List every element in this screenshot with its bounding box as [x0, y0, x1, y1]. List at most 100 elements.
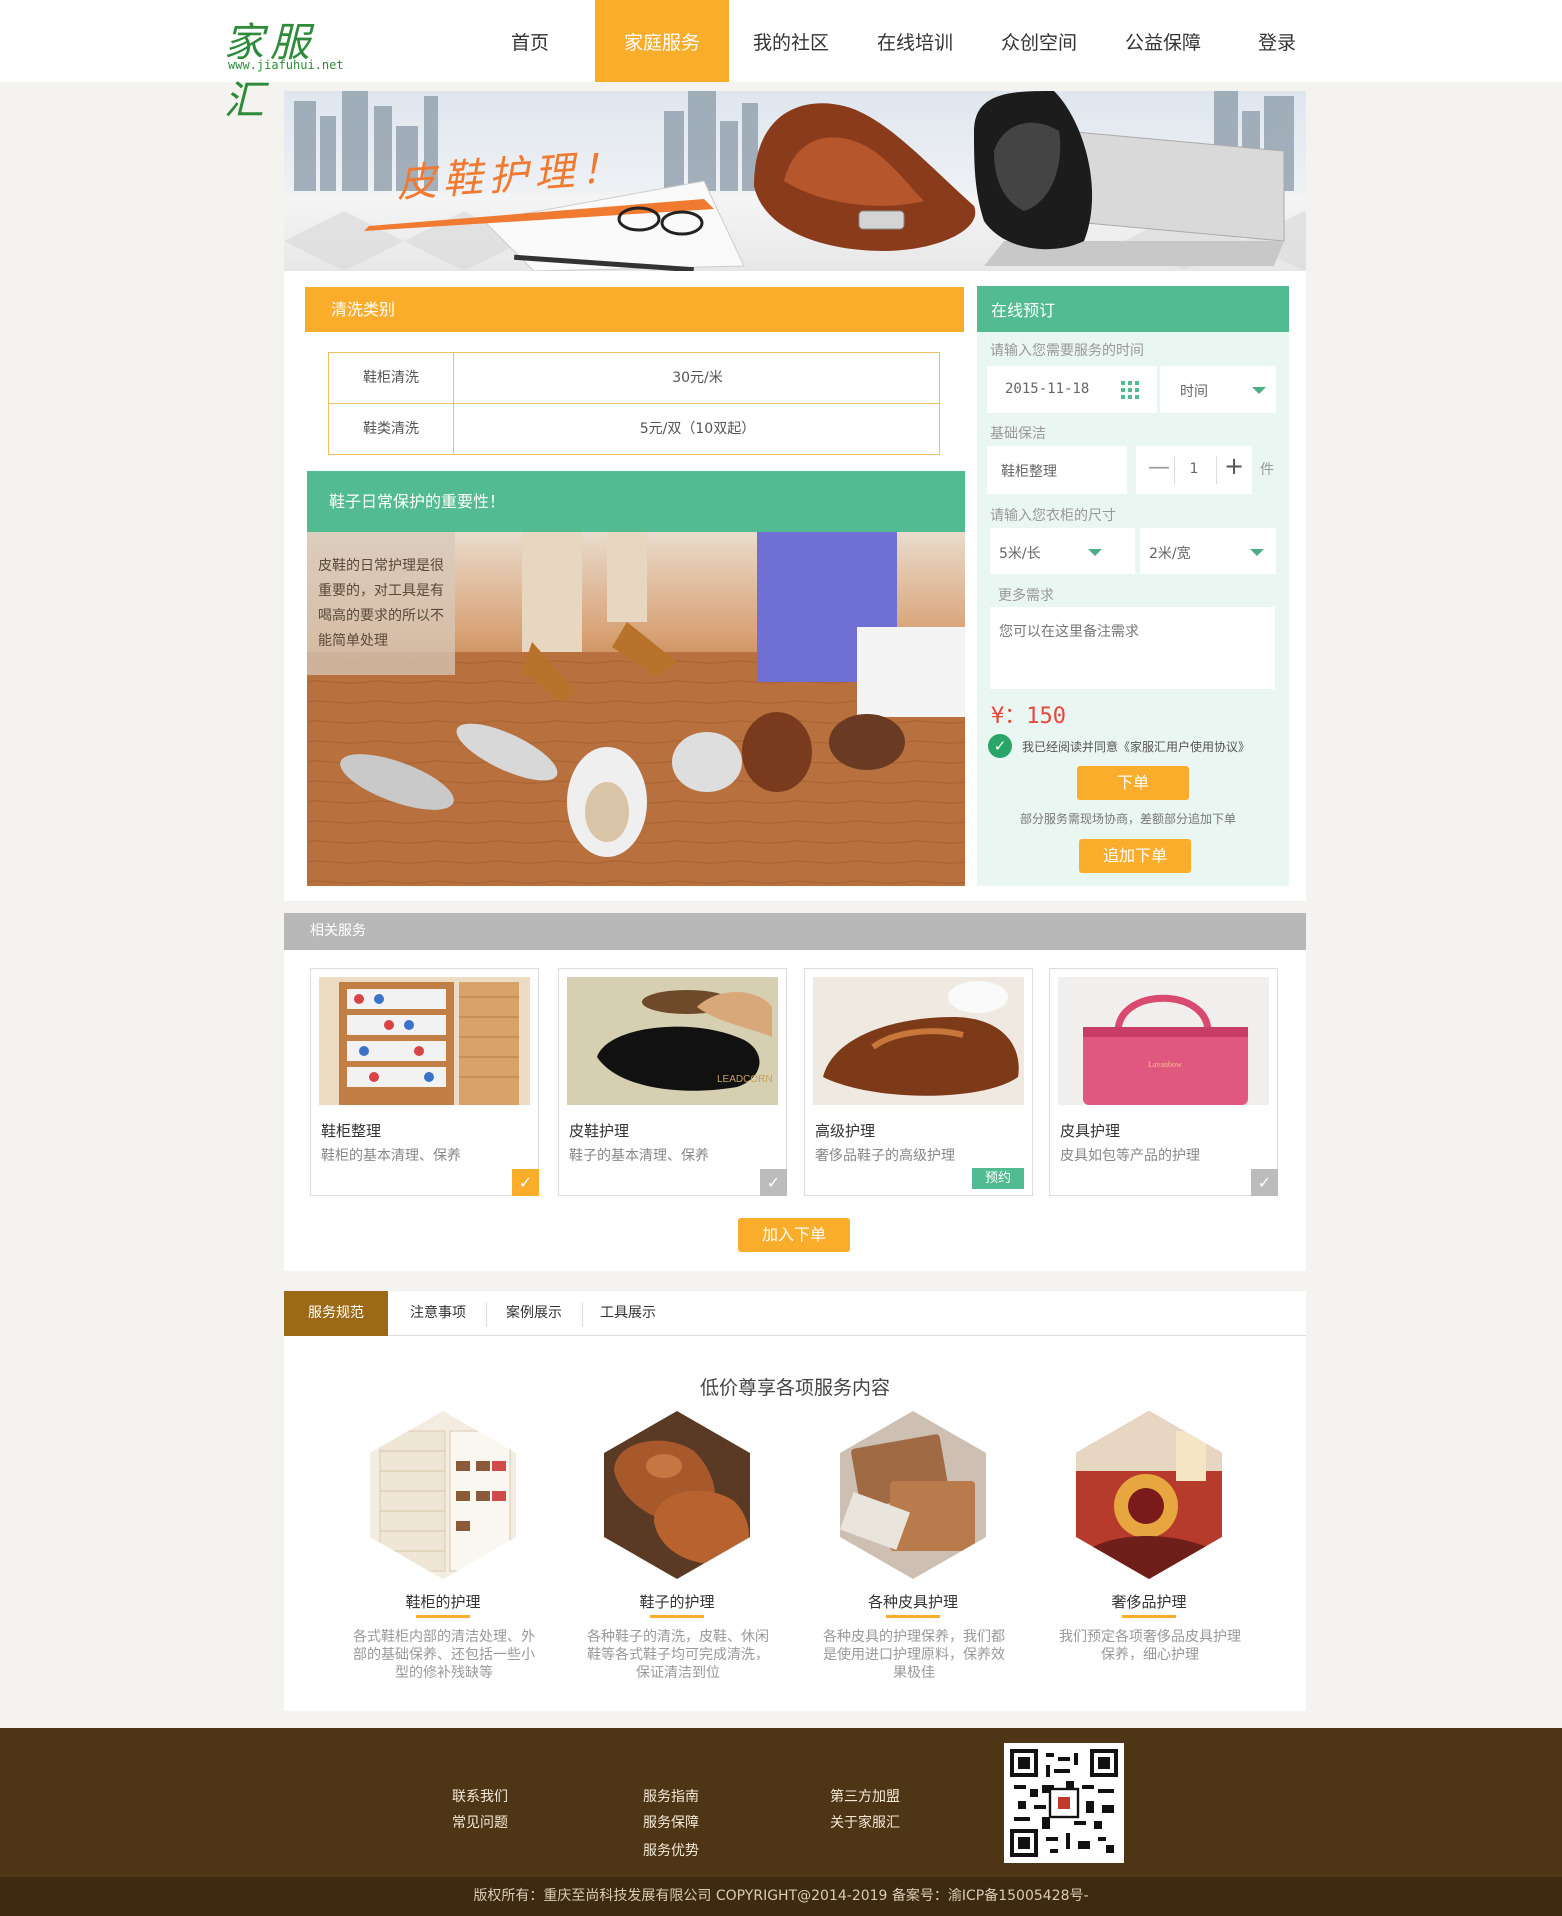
table-row: 鞋柜清洗 30元/米: [329, 353, 939, 404]
footer-link-franchise[interactable]: 第三方加盟: [830, 1786, 900, 1806]
feature-title: 奢侈品护理: [1111, 1593, 1187, 1611]
agree-text[interactable]: 我已经阅读并同意《家服汇用户使用协议》: [1022, 738, 1250, 755]
order-note: 部分服务需现场协商，差额部分追加下单: [1020, 812, 1237, 826]
more-needs-textarea[interactable]: 您可以在这里备注需求: [990, 607, 1275, 689]
quantity-stepper[interactable]: — 1 +: [1136, 446, 1252, 494]
date-input[interactable]: 2015-11-18: [987, 366, 1157, 413]
checkmark-icon[interactable]: ✓: [1251, 1169, 1278, 1196]
tab-notes[interactable]: 注意事项: [392, 1291, 484, 1336]
cleaning-item-name: 鞋类清洗: [329, 404, 454, 455]
card-desc: 鞋柜的基本清理、保养: [321, 1148, 461, 1164]
stepper-divider: [1216, 456, 1217, 484]
add-order-button[interactable]: 追加下单: [1079, 839, 1191, 873]
basic-clean-item-value: 鞋柜整理: [1001, 464, 1057, 480]
leather-bag-photo: Lavanbow: [1058, 977, 1269, 1105]
premium-shoe-photo: [813, 977, 1024, 1105]
footer-link-about[interactable]: 关于家服汇: [830, 1812, 900, 1832]
total-price: ¥：150: [991, 704, 1066, 729]
chevron-down-icon: [1088, 549, 1102, 556]
card-desc: 皮具如包等产品的护理: [1060, 1148, 1200, 1164]
date-value: 2015-11-18: [1005, 381, 1090, 397]
footer-link-contact[interactable]: 联系我们: [452, 1786, 508, 1806]
cleaning-type-header: 清洗类别: [305, 287, 964, 332]
chevron-down-icon: [1250, 549, 1264, 556]
booking-header: 在线预订: [977, 286, 1289, 332]
card-title: 皮鞋护理: [569, 1122, 630, 1140]
site-footer: [0, 1728, 1562, 1877]
plus-button[interactable]: +: [1224, 452, 1244, 480]
order-button[interactable]: 下单: [1077, 766, 1189, 800]
card-desc: 奢侈品鞋子的高级护理: [815, 1148, 955, 1164]
nav-charity[interactable]: 公益保障: [1116, 0, 1210, 82]
quantity-value: 1: [1189, 461, 1199, 477]
shoe-cabinet-illustration: [319, 977, 530, 1105]
feature-underline: [416, 1615, 470, 1618]
cleaning-item-name: 鞋柜清洗: [329, 353, 454, 404]
footer-link-guide[interactable]: 服务指南: [643, 1786, 699, 1806]
copyright: 版权所有：重庆至尚科技发展有限公司 COPYRIGHT@2014-2019 备案…: [0, 1877, 1562, 1916]
card-title: 高级护理: [815, 1122, 876, 1140]
feature-underline: [1122, 1615, 1176, 1618]
cleaning-item-price: 5元/双（10双起）: [639, 421, 756, 437]
wardrobe-size-label: 请输入您衣柜的尺寸: [990, 508, 1116, 524]
tab-tools[interactable]: 工具展示: [584, 1291, 672, 1336]
add-to-order-button[interactable]: 加入下单: [738, 1218, 850, 1252]
service-card[interactable]: 高级护理 奢侈品鞋子的高级护理 预约: [804, 968, 1033, 1196]
agree-checkbox[interactable]: ✓: [988, 734, 1012, 758]
stepper-divider: [1174, 456, 1175, 484]
feature-desc: 各种皮具的护理保养，我们都是使用进口护理原料，保养效果极佳: [823, 1629, 1005, 1681]
nav-makerspace[interactable]: 众创空间: [992, 0, 1086, 82]
footer-link-faq[interactable]: 常见问题: [452, 1812, 508, 1832]
card-desc: 鞋子的基本清理、保养: [569, 1148, 709, 1164]
footer-link-advantages[interactable]: 服务优势: [643, 1840, 699, 1860]
svg-text:LEADCORN: LEADCORN: [717, 1074, 773, 1085]
width-select[interactable]: 2米/宽: [1140, 528, 1276, 574]
service-card[interactable]: LEADCORN 皮鞋护理 鞋子的基本清理、保养 ✓: [558, 968, 787, 1196]
length-select[interactable]: 5米/长: [990, 528, 1135, 574]
site-logo[interactable]: 家服汇 www.jiafuhui.net: [224, 10, 359, 124]
minus-button[interactable]: —: [1148, 455, 1170, 480]
related-services-header: 相关服务: [284, 913, 1306, 950]
nav-training[interactable]: 在线培训: [868, 0, 962, 82]
shoe-cabinet-photo: [319, 977, 530, 1105]
basic-clean-item[interactable]: 鞋柜整理: [987, 446, 1127, 494]
footer-link-guarantee[interactable]: 服务保障: [643, 1812, 699, 1832]
nav-home[interactable]: 首页: [493, 0, 567, 82]
feature-title: 各种皮具护理: [867, 1593, 958, 1611]
feature-desc: 各种鞋子的清洗，皮鞋、休闲鞋等各式鞋子均可完成清洗，保证清洁到位: [587, 1629, 769, 1681]
more-needs-label: 更多需求: [998, 588, 1054, 604]
checkmark-icon[interactable]: ✓: [760, 1169, 787, 1196]
feature-underline: [886, 1615, 940, 1618]
length-select-value: 5米/长: [999, 546, 1041, 562]
feature-title: 鞋子的护理: [639, 1593, 715, 1611]
feature-underline: [650, 1615, 704, 1618]
more-needs-placeholder: 您可以在这里备注需求: [999, 624, 1139, 640]
basic-clean-label: 基础保洁: [990, 426, 1046, 442]
book-badge[interactable]: 预约: [971, 1168, 1024, 1189]
svg-text:Lavanbow: Lavanbow: [1148, 1060, 1182, 1069]
service-card[interactable]: 鞋柜整理 鞋柜的基本清理、保养 ✓: [310, 968, 539, 1196]
shoe-polish-photo: LEADCORN: [567, 977, 778, 1105]
care-note: 皮鞋的日常护理是很重要的，对工具是有喝高的要求的所以不能简单处理: [307, 532, 455, 675]
service-card[interactable]: Lavanbow 皮具护理 皮具如包等产品的护理 ✓: [1049, 968, 1278, 1196]
shoe-polish-illustration: LEADCORN: [567, 977, 778, 1105]
card-title: 皮具护理: [1060, 1122, 1121, 1140]
nav-community[interactable]: 我的社区: [744, 0, 838, 82]
feature-title: 鞋柜的护理: [405, 1593, 481, 1611]
chevron-down-icon: [1252, 387, 1266, 394]
time-select[interactable]: 时间: [1160, 366, 1276, 413]
checkmark-icon[interactable]: ✓: [512, 1169, 539, 1196]
logo-url: www.jiafuhui.net: [228, 58, 344, 72]
quantity-unit: 件: [1260, 462, 1274, 478]
tab-service-spec[interactable]: 服务规范: [284, 1291, 388, 1336]
tab-cases[interactable]: 案例展示: [488, 1291, 580, 1336]
nav-home-service[interactable]: 家庭服务: [595, 0, 729, 82]
qr-code: [1004, 1743, 1124, 1863]
feature-desc: 我们预定各项奢侈品皮具护理保养，细心护理: [1059, 1629, 1241, 1663]
tab-divider: [582, 1303, 583, 1327]
nav-login[interactable]: 登录: [1247, 0, 1307, 82]
features-title: 低价尊享各项服务内容: [699, 1377, 890, 1399]
table-row: 鞋类清洗 5元/双（10双起）: [329, 404, 939, 455]
cleaning-item-price: 30元/米: [672, 370, 723, 386]
time-select-value: 时间: [1180, 384, 1208, 400]
